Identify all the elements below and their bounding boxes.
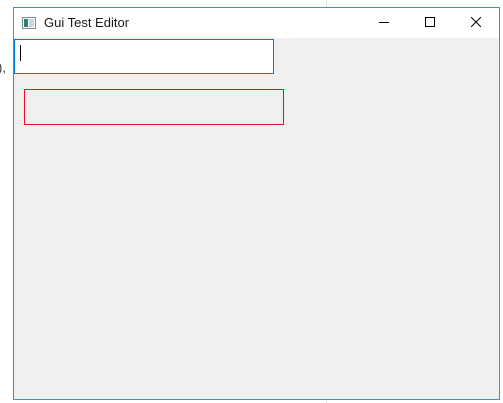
app-window-icon bbox=[22, 16, 36, 29]
red-outlined-box[interactable] bbox=[24, 89, 284, 125]
maximize-icon bbox=[425, 14, 435, 32]
gui-test-editor-window: Gui Test Editor bbox=[13, 7, 500, 400]
close-icon bbox=[470, 14, 482, 32]
close-button[interactable] bbox=[453, 8, 499, 38]
maximize-button[interactable] bbox=[407, 8, 453, 38]
minimize-button[interactable] bbox=[361, 8, 407, 38]
window-title: Gui Test Editor bbox=[44, 15, 130, 30]
text-input-field[interactable] bbox=[14, 39, 274, 74]
title-bar[interactable]: Gui Test Editor bbox=[14, 8, 499, 38]
background-partial-text: ), bbox=[0, 60, 6, 75]
minimize-icon bbox=[379, 14, 389, 32]
text-caret bbox=[20, 45, 21, 61]
client-area bbox=[14, 38, 499, 399]
